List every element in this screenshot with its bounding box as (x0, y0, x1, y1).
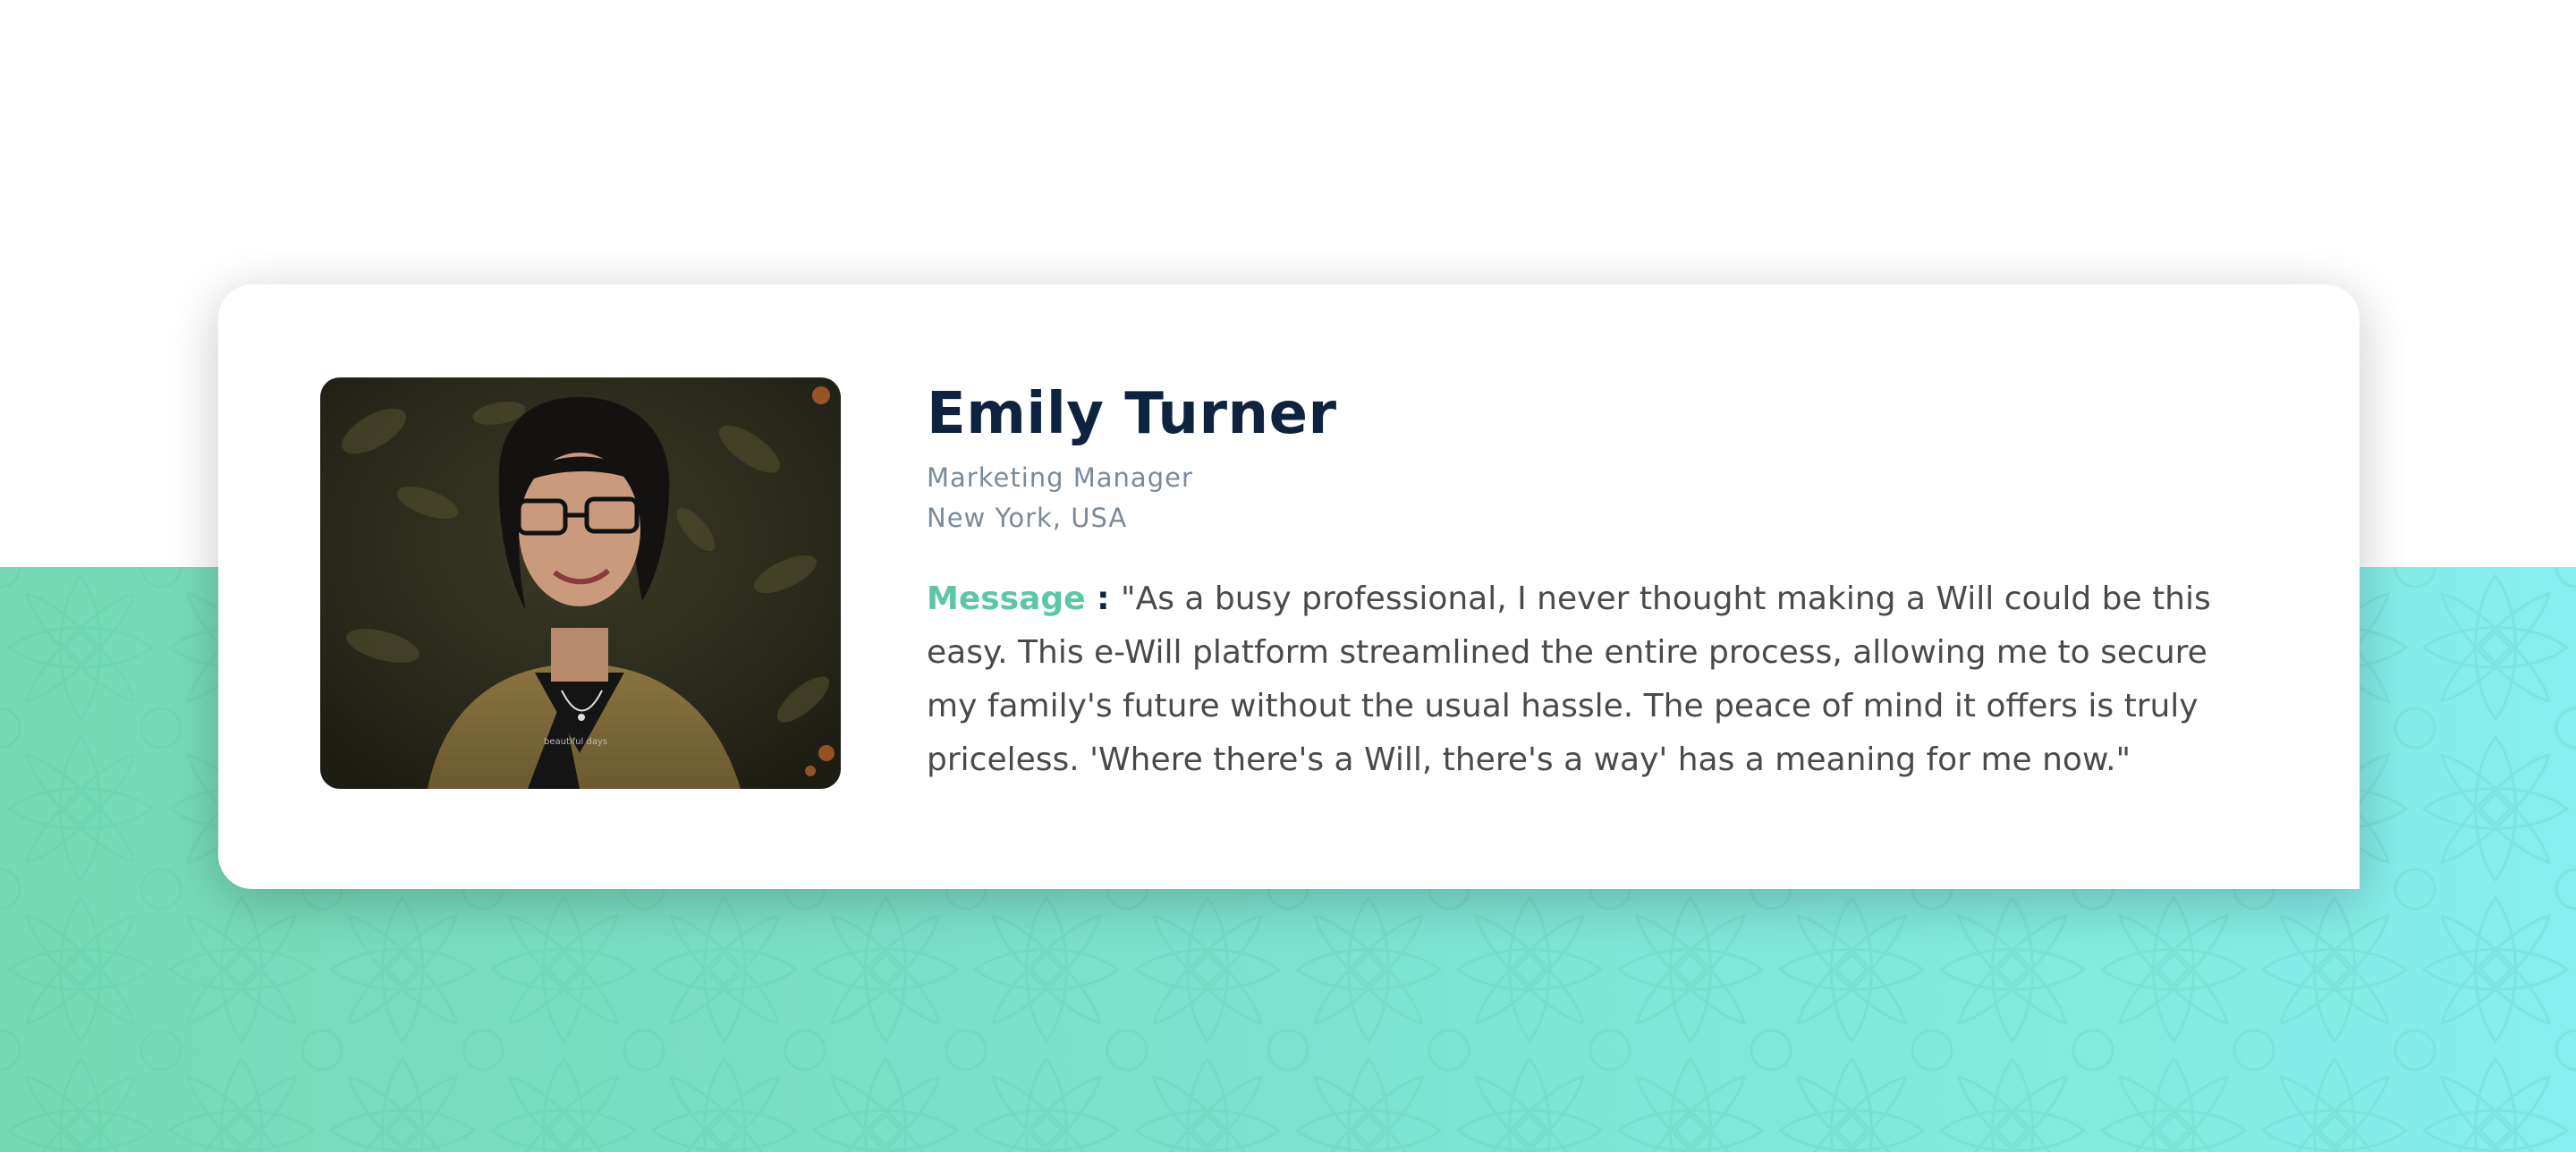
person-role: Marketing Manager (927, 462, 1193, 494)
person-meta: Marketing Manager New York, USA (927, 458, 2250, 538)
person-location: New York, USA (927, 503, 1128, 534)
person-name: Emily Turner (927, 381, 1337, 447)
testimonial-message: Message : "As a busy professional, I nev… (927, 572, 2250, 787)
testimonial-card: beautiful days Emily Turner Marketing Ma… (218, 284, 2360, 889)
message-label: Message (927, 580, 1086, 618)
testimonial-content: Emily Turner Marketing Manager New York,… (927, 383, 2250, 787)
svg-text:beautiful days: beautiful days (544, 737, 607, 747)
profile-photo-icon: beautiful days (320, 377, 841, 789)
avatar: beautiful days (320, 377, 841, 789)
message-separator: : (1085, 580, 1122, 618)
